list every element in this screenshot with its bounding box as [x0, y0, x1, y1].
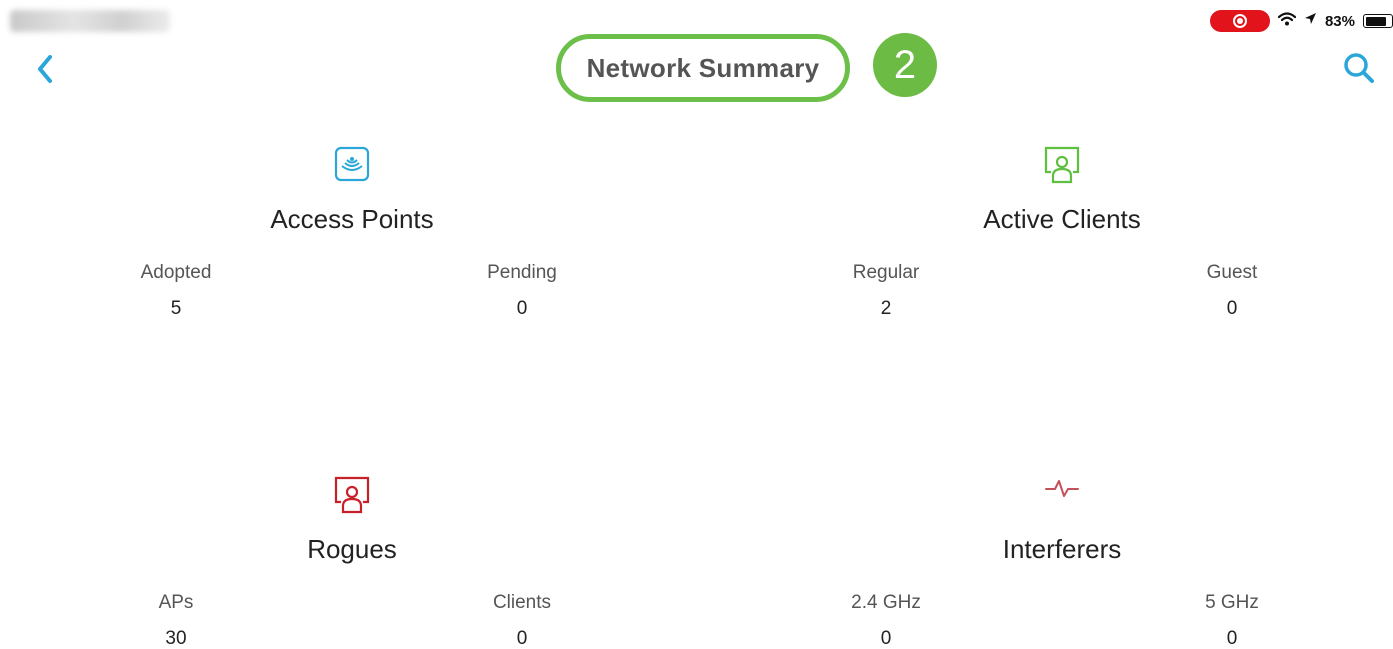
stat-label: 5 GHz: [1205, 592, 1259, 613]
stat-label: Clients: [492, 592, 552, 613]
stat-label: 2.4 GHz: [851, 592, 921, 613]
battery-fill: [1365, 16, 1387, 26]
rogues-card[interactable]: Rogues APs 30 Clients 0: [92, 470, 612, 649]
stat-label: Pending: [487, 262, 557, 283]
stat-pending: Pending 0: [442, 262, 602, 320]
interferer-icon: [1043, 474, 1081, 509]
stat-label: Guest: [1206, 262, 1258, 283]
stat-label: Regular: [852, 262, 920, 283]
status-bar-right: 83%: [1209, 10, 1393, 32]
stat-value: 0: [1226, 628, 1238, 649]
active-clients-card[interactable]: Active Clients Regular 2 Guest 0: [802, 140, 1322, 340]
interferers-card[interactable]: Interferers 2.4 GHz 0 5 GHz 0: [802, 470, 1322, 649]
chevron-left-icon: [38, 55, 52, 83]
page-title-highlight: Network Summary: [556, 34, 850, 102]
stat-value: 0: [516, 298, 528, 319]
access-points-card[interactable]: Access Points Adopted 5 Pending 0: [92, 140, 612, 340]
search-icon: [1344, 53, 1374, 83]
status-bar-blurred-info: [10, 10, 170, 32]
client-icon: [1043, 144, 1081, 189]
wifi-icon: [1277, 11, 1297, 31]
stat-label: APs: [158, 592, 194, 613]
card-title: Rogues: [307, 534, 397, 564]
back-button[interactable]: [30, 52, 60, 86]
stat-aps: APs 30: [96, 592, 256, 649]
stat-label: Adopted: [140, 262, 212, 283]
page-title: Network Summary: [586, 52, 820, 83]
stat-value: 2: [880, 298, 892, 319]
stat-clients: Clients 0: [442, 592, 602, 649]
stat-5-ghz: 5 GHz 0: [1152, 592, 1312, 649]
battery-icon: [1363, 14, 1393, 28]
search-button[interactable]: [1339, 50, 1379, 86]
access-point-icon: [334, 146, 370, 187]
card-title: Access Points: [270, 204, 434, 234]
network-summary-screen: 83% Network Summary 2 Access Points Adop…: [0, 0, 1393, 649]
location-arrow-icon: [1304, 12, 1317, 30]
stat-2-4-ghz: 2.4 GHz 0: [806, 592, 966, 649]
stat-value: 0: [1226, 298, 1238, 319]
battery-percentage: 83%: [1324, 12, 1355, 30]
step-number-badge: 2: [873, 33, 937, 97]
card-title: Active Clients: [983, 204, 1141, 234]
rogue-icon: [333, 474, 371, 519]
record-icon: [1232, 14, 1247, 28]
card-title: Interferers: [1002, 534, 1122, 564]
stat-value: 0: [880, 628, 892, 649]
stat-adopted: Adopted 5: [96, 262, 256, 320]
stat-value: 0: [516, 628, 528, 649]
stat-value: 30: [165, 628, 187, 649]
stat-value: 5: [170, 298, 182, 319]
screen-recording-indicator[interactable]: [1209, 10, 1270, 32]
stat-guest: Guest 0: [1152, 262, 1312, 320]
stat-regular: Regular 2: [806, 262, 966, 320]
